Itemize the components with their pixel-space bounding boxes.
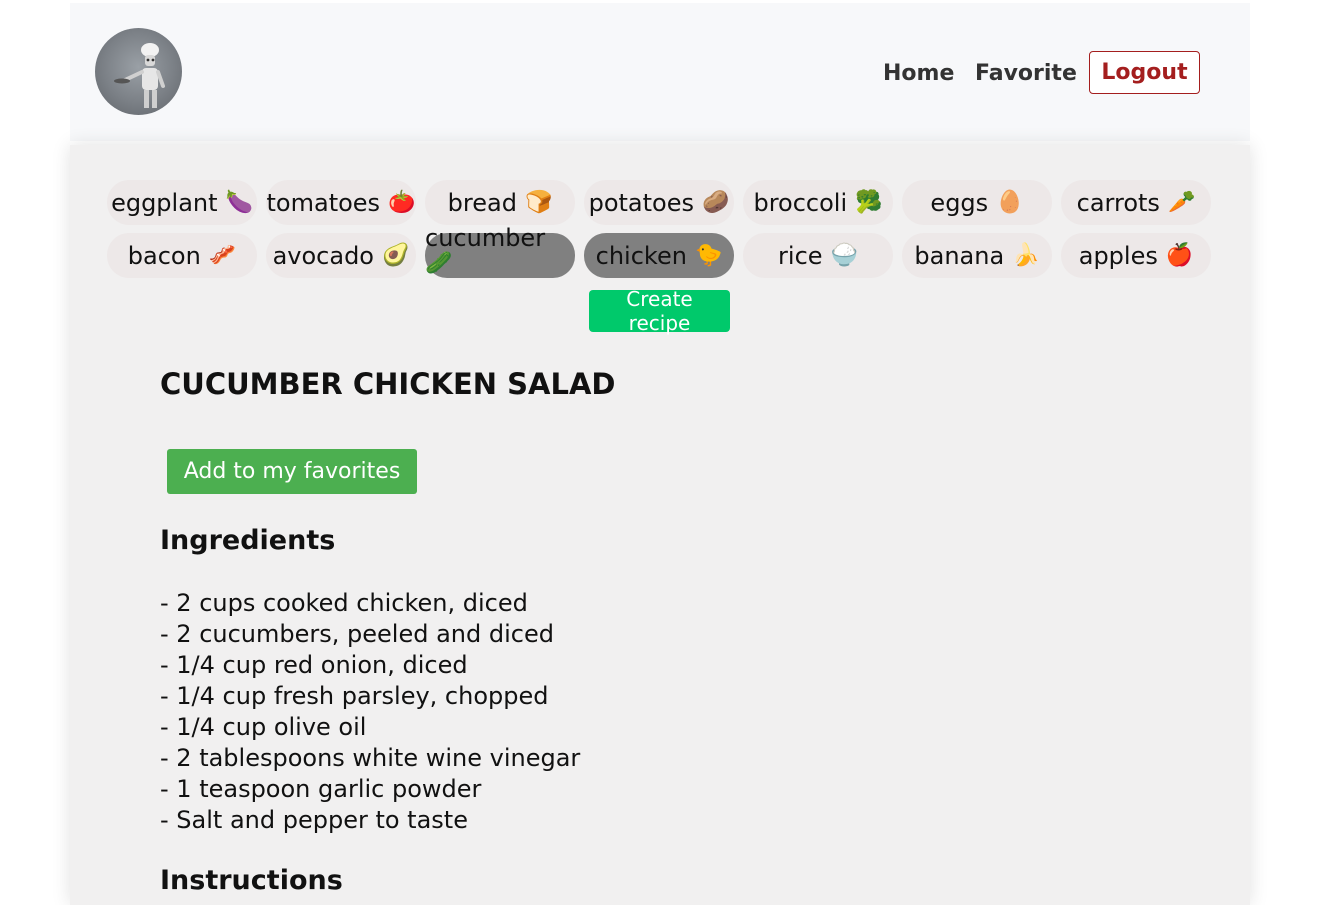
chip-bacon[interactable]: bacon 🥓 — [107, 233, 257, 278]
chip-cucumber[interactable]: cucumber 🥒 — [425, 225, 575, 278]
chip-label: bread — [447, 188, 517, 217]
egg-icon: 🥚 — [996, 190, 1024, 215]
banana-icon: 🍌 — [1012, 243, 1040, 268]
chip-tomatoes[interactable]: tomatoes 🍅 — [266, 180, 416, 225]
chip-label: rice — [778, 241, 823, 270]
chip-broccoli[interactable]: broccoli 🥦 — [743, 180, 893, 225]
bread-icon: 🍞 — [524, 190, 553, 215]
list-item: - Salt and pepper to taste — [160, 806, 468, 834]
main-panel: eggplant 🍆 tomatoes 🍅 bread 🍞 potatoes 🥔… — [70, 145, 1250, 905]
rice-icon: 🍚 — [830, 243, 858, 268]
logout-button[interactable]: Logout — [1089, 51, 1200, 94]
bacon-icon: 🥓 — [208, 243, 237, 268]
create-recipe-button[interactable]: Create recipe — [589, 287, 730, 335]
chip-label: eggs — [930, 188, 989, 217]
list-item: - 1 teaspoon garlic powder — [160, 775, 482, 803]
chip-label: avocado — [272, 241, 374, 270]
chip-potatoes[interactable]: potatoes 🥔 — [584, 180, 734, 225]
chip-rice[interactable]: rice 🍚 — [743, 233, 893, 278]
chip-label: potatoes — [588, 188, 694, 217]
potato-icon: 🥔 — [702, 190, 730, 215]
chip-carrots[interactable]: carrots 🥕 — [1061, 180, 1211, 225]
chip-label: apples — [1078, 241, 1158, 270]
ingredients-list: - 2 cups cooked chicken, diced - 2 cucum… — [160, 588, 580, 836]
chip-label: banana — [914, 241, 1005, 270]
recipe-title: CUCUMBER CHICKEN SALAD — [160, 367, 616, 401]
eggplant-icon: 🍆 — [225, 190, 253, 215]
avocado-icon: 🥑 — [382, 243, 410, 268]
chip-label: broccoli — [753, 188, 848, 217]
robot-chef-icon — [114, 43, 165, 108]
chip-eggs[interactable]: eggs 🥚 — [902, 180, 1052, 225]
tomato-icon: 🍅 — [388, 190, 416, 215]
instructions-heading: Instructions — [160, 865, 343, 896]
chip-eggplant[interactable]: eggplant 🍆 — [107, 180, 257, 225]
list-item: - 2 tablespoons white wine vinegar — [160, 744, 581, 772]
list-item: - 1/4 cup red onion, diced — [160, 651, 468, 679]
chip-label: chicken — [595, 241, 687, 270]
chip-label: carrots — [1076, 188, 1160, 217]
list-item: - 2 cucumbers, peeled and diced — [160, 620, 554, 648]
cucumber-icon: 🥒 — [425, 251, 453, 276]
apple-icon: 🍎 — [1165, 243, 1194, 268]
nav-home-link[interactable]: Home — [883, 61, 954, 86]
chip-banana[interactable]: banana 🍌 — [902, 233, 1052, 278]
chip-label: eggplant — [111, 188, 218, 217]
chip-label: tomatoes — [266, 188, 381, 217]
broccoli-icon: 🥦 — [855, 190, 883, 215]
list-item: - 1/4 cup olive oil — [160, 713, 367, 741]
chef-robot-avatar[interactable] — [95, 28, 182, 115]
chip-label: bacon — [127, 241, 201, 270]
chip-label: cucumber — [425, 224, 546, 252]
list-item: - 1/4 cup fresh parsley, chopped — [160, 682, 549, 710]
chip-avocado[interactable]: avocado 🥑 — [266, 233, 416, 278]
add-to-favorites-button[interactable]: Add to my favorites — [167, 449, 417, 494]
chip-apples[interactable]: apples 🍎 — [1061, 233, 1211, 278]
ingredients-heading: Ingredients — [160, 525, 336, 556]
chip-chicken[interactable]: chicken 🐤 — [584, 233, 734, 278]
chip-bread[interactable]: bread 🍞 — [425, 180, 575, 225]
carrot-icon: 🥕 — [1167, 190, 1196, 215]
chick-icon: 🐤 — [694, 243, 723, 268]
nav-favorite-link[interactable]: Favorite — [975, 61, 1077, 86]
list-item: - 2 cups cooked chicken, diced — [160, 589, 528, 617]
app-header: Home Favorite Logout — [70, 3, 1250, 141]
